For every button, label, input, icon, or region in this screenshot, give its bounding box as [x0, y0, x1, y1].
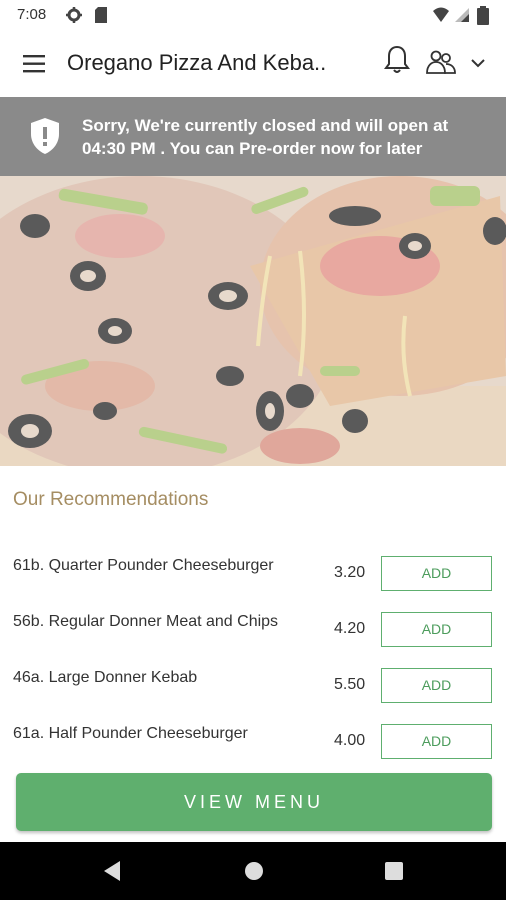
battery-icon	[477, 6, 489, 25]
closed-banner: Sorry, We're currently closed and will o…	[0, 97, 506, 176]
user-icon	[426, 50, 456, 74]
item-price: 5.50	[334, 676, 366, 693]
add-button[interactable]: ADD	[381, 668, 492, 703]
bell-icon	[384, 45, 410, 73]
home-circle-icon	[245, 862, 263, 880]
recents-square-icon	[385, 862, 403, 880]
status-bar: 7:08	[0, 0, 506, 32]
hero-pizza-image	[0, 176, 506, 466]
add-button[interactable]: ADD	[381, 724, 492, 759]
pizza-image	[0, 176, 506, 466]
item-name: 56b. Regular Donner Meat and Chips	[13, 613, 279, 630]
item-name: 61a. Half Pounder Cheeseburger	[13, 725, 248, 742]
chevron-down-icon	[471, 59, 485, 68]
back-triangle-icon	[104, 861, 120, 881]
signal-icon	[455, 8, 469, 22]
add-button[interactable]: ADD	[381, 556, 492, 591]
status-time: 7:08	[17, 6, 47, 23]
add-button[interactable]: ADD	[381, 612, 492, 647]
closed-message: Sorry, We're currently closed and will o…	[82, 116, 449, 158]
item-price: 3.20	[334, 564, 366, 581]
notifications-button[interactable]	[382, 44, 412, 78]
menu-button[interactable]	[14, 44, 54, 84]
system-navigation-bar	[0, 842, 506, 900]
recents-button[interactable]	[379, 856, 409, 886]
page-title: Oregano Pizza And Keba..	[67, 50, 327, 75]
settings-icon	[66, 7, 82, 23]
recommendations-title: Our Recommendations	[13, 489, 209, 510]
item-price: 4.20	[334, 620, 366, 637]
sd-card-icon	[95, 7, 107, 23]
account-button[interactable]	[424, 46, 494, 80]
view-menu-button[interactable]: VIEW MENU	[16, 773, 492, 831]
list-item: 61b. Quarter Pounder Cheeseburger 3.20 A…	[0, 556, 506, 600]
shield-icon	[31, 118, 59, 154]
item-name: 61b. Quarter Pounder Cheeseburger	[13, 557, 274, 574]
hamburger-icon	[23, 55, 45, 73]
item-name: 46a. Large Donner Kebab	[13, 669, 198, 686]
item-price: 4.00	[334, 732, 366, 749]
list-item: 56b. Regular Donner Meat and Chips 4.20 …	[0, 612, 506, 656]
list-item: 61a. Half Pounder Cheeseburger 4.00 ADD	[0, 724, 506, 768]
app-bar: Oregano Pizza And Keba..	[0, 32, 506, 96]
list-item: 46a. Large Donner Kebab 5.50 ADD	[0, 668, 506, 712]
wifi-icon	[433, 7, 449, 22]
home-button[interactable]	[239, 856, 269, 886]
back-button[interactable]	[98, 856, 128, 886]
